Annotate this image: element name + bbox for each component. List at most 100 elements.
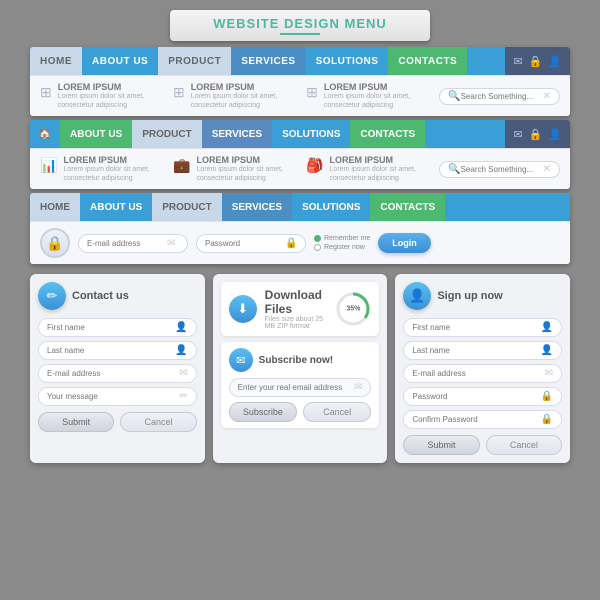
signup-password-field[interactable]: 🔒	[403, 387, 562, 406]
nav3-contacts[interactable]: CONTACTS	[370, 193, 445, 221]
navbar-1-content: ⊞ LOREM IPSUM Lorem ipsum dolor sit amet…	[30, 75, 570, 116]
search-box-2[interactable]: 🔍 ✕	[439, 161, 560, 178]
nav1-icons: ✉ 🔒 👤	[505, 47, 570, 75]
nav2-product[interactable]: PRODUCT	[132, 120, 201, 148]
navbar-1-top: HOME ABOUT US PRODUCT SERVICES SOLUTIONS…	[30, 47, 570, 75]
download-percent: 35%	[346, 306, 360, 313]
subscribe-buttons: Subscribe Cancel	[229, 402, 372, 422]
firstname-field[interactable]: 👤	[38, 318, 197, 337]
search-box-1[interactable]: 🔍 ✕	[439, 88, 560, 105]
download-text: Download Files Files size about 25 MB ZI…	[265, 288, 328, 330]
email-field-wrap[interactable]: ✉	[78, 234, 188, 253]
password-field-wrap[interactable]: 🔒	[196, 234, 306, 253]
lorem-sub-3: Lorem ipsum dolor sit amet,consectetur a…	[324, 92, 410, 110]
subscribe-field[interactable]: ✉	[229, 378, 372, 397]
navbar-3: HOME ABOUT US PRODUCT SERVICES SOLUTIONS…	[30, 193, 570, 264]
lock-circle: 🔒	[40, 228, 70, 258]
nav3-home[interactable]: HOME	[30, 193, 80, 221]
nav1-solutions[interactable]: SOLUTIONS	[306, 47, 389, 75]
signup-lastname-field[interactable]: 👤	[403, 341, 562, 360]
password-icon: 🔒	[285, 238, 297, 249]
download-top: ⬇ Download Files Files size about 25 MB …	[221, 282, 380, 336]
search-input-1[interactable]	[461, 92, 541, 101]
signup-confirm-field[interactable]: 🔒	[403, 410, 562, 429]
signup-header: 👤 Sign up now	[403, 282, 562, 310]
navbar-2-top: 🏠 ABOUT US PRODUCT SERVICES SOLUTIONS CO…	[30, 120, 570, 148]
register-now-option[interactable]: Register now	[314, 244, 370, 251]
message-input[interactable]	[47, 392, 175, 401]
title-underline	[280, 33, 320, 35]
signup-password-input[interactable]	[412, 392, 536, 401]
user-icon-2[interactable]: 👤	[548, 128, 562, 141]
signup-lastname-input[interactable]	[412, 346, 536, 355]
remember-me-option[interactable]: Remember me	[314, 235, 370, 242]
subscribe-cancel[interactable]: Cancel	[303, 402, 371, 422]
nav2-home[interactable]: 🏠	[30, 120, 60, 148]
contact-submit[interactable]: Submit	[38, 412, 114, 432]
content-block-6: 🎒 LOREM IPSUM Lorem ipsum dolor sit amet…	[306, 155, 429, 183]
signup-title: Sign up now	[437, 290, 502, 302]
nav1-product[interactable]: PRODUCT	[158, 47, 231, 75]
message-field[interactable]: ✏	[38, 387, 197, 406]
mail-icon-2[interactable]: ✉	[513, 128, 522, 141]
lorem-title-6: LOREM IPSUM	[330, 155, 416, 165]
nav3-services[interactable]: SERVICES	[222, 193, 292, 221]
nav1-home[interactable]: HOME	[30, 47, 82, 75]
nav2-services[interactable]: SERVICES	[202, 120, 272, 148]
lorem-block-1: LOREM IPSUM Lorem ipsum dolor sit amet,c…	[58, 82, 144, 110]
mail-icon[interactable]: ✉	[513, 55, 522, 68]
signup-firstname-input[interactable]	[412, 323, 536, 332]
signup-email-input[interactable]	[412, 369, 540, 378]
signup-submit[interactable]: Submit	[403, 435, 479, 455]
lorem-title-2: LOREM IPSUM	[191, 82, 277, 92]
contact-icon: ✏	[38, 282, 66, 310]
lorem-sub-6: Lorem ipsum dolor sit amet,consectetur a…	[330, 165, 416, 183]
lastname-input[interactable]	[47, 346, 171, 355]
clear-icon-2[interactable]: ✕	[543, 164, 551, 175]
radio-remember[interactable]	[314, 235, 321, 242]
subscribe-icon: ✉	[229, 348, 253, 372]
clear-icon-1[interactable]: ✕	[543, 91, 551, 102]
nav3-product[interactable]: PRODUCT	[152, 193, 221, 221]
grid-icon-2: ⊞	[173, 84, 185, 101]
subscribe-title: Subscribe now!	[259, 355, 333, 366]
nav3-solutions[interactable]: SOLUTIONS	[292, 193, 370, 221]
nav1-about[interactable]: ABOUT US	[82, 47, 158, 75]
password-input[interactable]	[205, 239, 285, 248]
login-button[interactable]: Login	[378, 233, 431, 253]
signup-email-field[interactable]: ✉	[403, 364, 562, 383]
email-input[interactable]	[87, 239, 167, 248]
subscribe-email-icon: ✉	[354, 382, 362, 393]
user-field-icon-2: 👤	[175, 345, 187, 356]
search-input-2[interactable]	[461, 165, 541, 174]
navbar-2: 🏠 ABOUT US PRODUCT SERVICES SOLUTIONS CO…	[30, 120, 570, 189]
nav2-solutions[interactable]: SOLUTIONS	[272, 120, 350, 148]
grid-icon-3: ⊞	[306, 84, 318, 101]
lastname-field[interactable]: 👤	[38, 341, 197, 360]
email-contact-input[interactable]	[47, 369, 175, 378]
radio-register[interactable]	[314, 244, 321, 251]
user-icon[interactable]: 👤	[548, 55, 562, 68]
content-block-4: 📊 LOREM IPSUM Lorem ipsum dolor sit amet…	[40, 155, 163, 183]
signup-cancel[interactable]: Cancel	[486, 435, 562, 455]
nav2-about[interactable]: ABOUT US	[60, 120, 132, 148]
signup-lock-icon-1: 🔒	[541, 391, 553, 402]
register-now-label: Register now	[324, 244, 365, 251]
lorem-block-3: LOREM IPSUM Lorem ipsum dolor sit amet,c…	[324, 82, 410, 110]
lock-icon-2[interactable]: 🔒	[529, 128, 543, 141]
title-word2: DESIGN	[284, 16, 340, 31]
subscribe-email-input[interactable]	[238, 383, 350, 392]
nav1-contacts[interactable]: CONTACTS	[388, 47, 467, 75]
signup-firstname-field[interactable]: 👤	[403, 318, 562, 337]
nav1-services[interactable]: SERVICES	[231, 47, 305, 75]
firstname-input[interactable]	[47, 323, 171, 332]
subscribe-button[interactable]: Subscribe	[229, 402, 297, 422]
signup-confirm-input[interactable]	[412, 415, 536, 424]
contact-title: Contact us	[72, 290, 129, 302]
nav3-about[interactable]: ABOUT US	[80, 193, 152, 221]
download-icon: ⬇	[229, 295, 257, 323]
contact-cancel[interactable]: Cancel	[120, 412, 196, 432]
lock-icon[interactable]: 🔒	[529, 55, 543, 68]
nav2-contacts[interactable]: CONTACTS	[350, 120, 425, 148]
email-field[interactable]: ✉	[38, 364, 197, 383]
